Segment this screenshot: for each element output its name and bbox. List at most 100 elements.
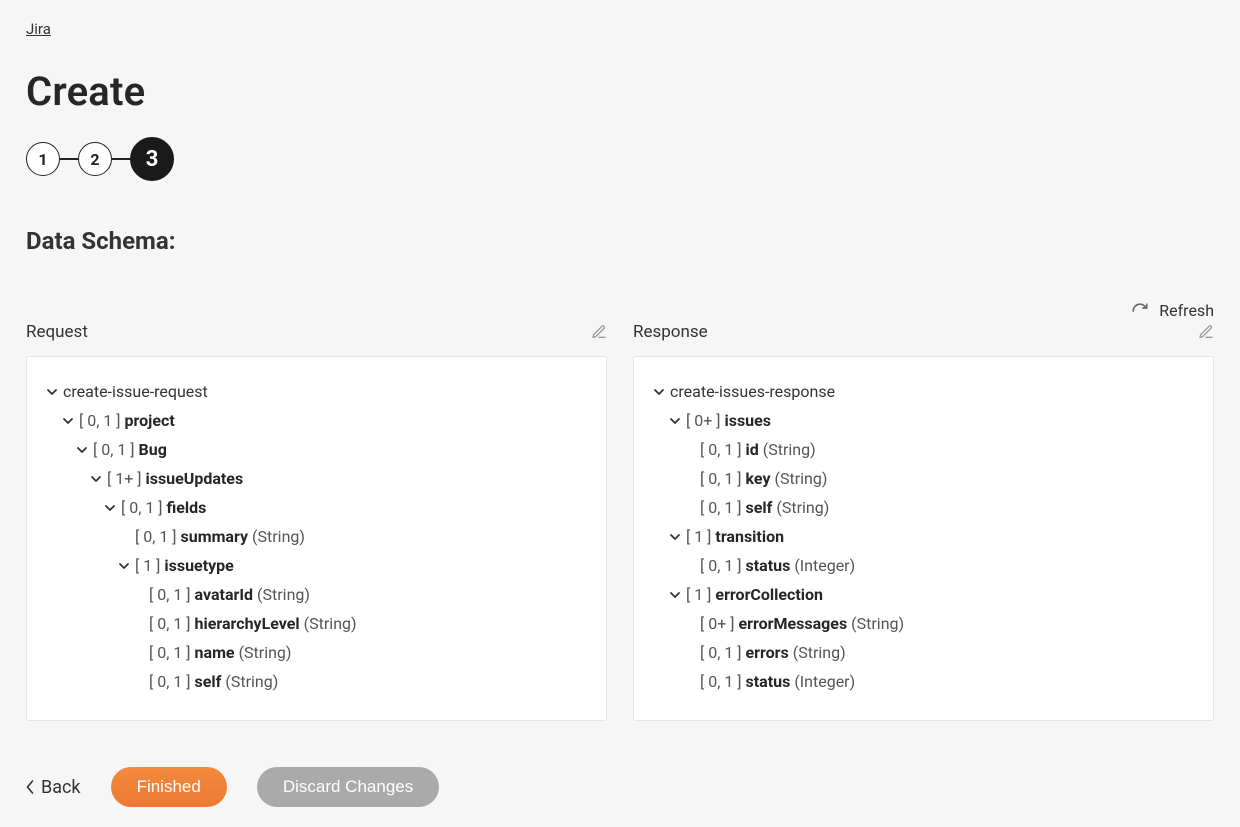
field-type: (String): [775, 469, 828, 488]
field-type: (Integer): [794, 556, 855, 575]
field-name: create-issues-response: [670, 382, 835, 401]
refresh-icon: [1131, 302, 1149, 320]
response-tree-row: [ 1 ] errorCollection: [652, 580, 1195, 609]
field-type: (Integer): [794, 672, 855, 691]
section-title: Data Schema:: [26, 227, 1214, 255]
chevron-down-icon[interactable]: [117, 559, 131, 573]
cardinality-label: [ 1 ]: [686, 585, 711, 604]
field-type: (String): [257, 585, 310, 604]
request-schema-panel: create-issue-request[ 0, 1 ] project[ 0,…: [26, 356, 607, 721]
chevron-down-icon[interactable]: [61, 414, 75, 428]
cardinality-label: [ 0, 1 ]: [149, 585, 191, 604]
response-schema-panel: create-issues-response[ 0+ ] issues[ 0, …: [633, 356, 1214, 721]
step-3[interactable]: 3: [130, 137, 174, 181]
field-name: hierarchyLevel: [195, 614, 300, 633]
stepper: 123: [26, 137, 1214, 181]
field-name: self: [195, 672, 222, 691]
back-button[interactable]: Back: [26, 777, 81, 798]
cardinality-label: [ 0, 1 ]: [149, 643, 191, 662]
chevron-left-icon: [26, 780, 35, 794]
chevron-down-icon[interactable]: [75, 443, 89, 457]
field-type: (String): [793, 643, 846, 662]
chevron-down-icon[interactable]: [103, 501, 117, 515]
edit-response-icon[interactable]: [1198, 324, 1214, 340]
field-type: (String): [252, 527, 305, 546]
field-name: self: [746, 498, 773, 517]
field-type: (String): [776, 498, 829, 517]
cardinality-label: [ 0, 1 ]: [700, 469, 742, 488]
field-name: status: [746, 556, 791, 575]
step-1[interactable]: 1: [26, 142, 60, 176]
field-type: (String): [763, 440, 816, 459]
chevron-down-icon[interactable]: [668, 414, 682, 428]
cardinality-label: [ 0, 1 ]: [700, 440, 742, 459]
cardinality-label: [ 0, 1 ]: [135, 527, 177, 546]
request-tree-row: [ 0, 1 ] self (String): [45, 667, 588, 696]
field-name: project: [125, 411, 175, 430]
cardinality-label: [ 0, 1 ]: [700, 498, 742, 517]
request-tree-row: [ 0, 1 ] summary (String): [45, 522, 588, 551]
refresh-label: Refresh: [1159, 301, 1214, 320]
field-name: errors: [746, 643, 789, 662]
field-name: errorCollection: [715, 585, 823, 604]
cardinality-label: [ 0, 1 ]: [121, 498, 163, 517]
cardinality-label: [ 0, 1 ]: [149, 672, 191, 691]
field-type: (String): [851, 614, 904, 633]
cardinality-label: [ 1 ]: [135, 556, 160, 575]
field-name: Bug: [139, 440, 167, 459]
field-name: key: [746, 469, 771, 488]
request-tree-row: [ 0, 1 ] avatarId (String): [45, 580, 588, 609]
page-title: Create: [26, 68, 1214, 115]
discard-changes-button[interactable]: Discard Changes: [257, 767, 439, 807]
back-label: Back: [41, 777, 81, 798]
cardinality-label: [ 1+ ]: [107, 469, 142, 488]
request-tree-row: [ 0, 1 ] hierarchyLevel (String): [45, 609, 588, 638]
request-tree-row: [ 0, 1 ] Bug: [45, 435, 588, 464]
response-tree-row: [ 0, 1 ] key (String): [652, 464, 1195, 493]
step-2[interactable]: 2: [78, 142, 112, 176]
field-name: id: [746, 440, 759, 459]
response-tree-row: create-issues-response: [652, 377, 1195, 406]
cardinality-label: [ 0, 1 ]: [700, 672, 742, 691]
chevron-down-icon[interactable]: [652, 385, 666, 399]
request-tree-row: create-issue-request: [45, 377, 588, 406]
request-tree-row: [ 1+ ] issueUpdates: [45, 464, 588, 493]
cardinality-label: [ 0, 1 ]: [700, 643, 742, 662]
cardinality-label: [ 0, 1 ]: [149, 614, 191, 633]
chevron-down-icon[interactable]: [668, 588, 682, 602]
chevron-down-icon[interactable]: [45, 385, 59, 399]
finished-button[interactable]: Finished: [111, 767, 227, 807]
refresh-button[interactable]: Refresh: [1131, 301, 1214, 320]
request-tree-row: [ 0, 1 ] name (String): [45, 638, 588, 667]
response-tree-row: [ 0, 1 ] status (Integer): [652, 551, 1195, 580]
edit-request-icon[interactable]: [591, 324, 607, 340]
field-name: issuetype: [164, 556, 233, 575]
cardinality-label: [ 0, 1 ]: [700, 556, 742, 575]
field-name: status: [746, 672, 791, 691]
chevron-down-icon[interactable]: [89, 472, 103, 486]
field-type: (String): [239, 643, 292, 662]
request-column-label: Request: [26, 322, 88, 342]
cardinality-label: [ 0+ ]: [700, 614, 735, 633]
breadcrumb-link[interactable]: Jira: [26, 20, 51, 38]
request-tree-row: [ 1 ] issuetype: [45, 551, 588, 580]
response-tree-row: [ 0+ ] issues: [652, 406, 1195, 435]
field-name: create-issue-request: [63, 382, 208, 401]
field-name: issueUpdates: [146, 469, 244, 488]
cardinality-label: [ 0+ ]: [686, 411, 721, 430]
chevron-down-icon[interactable]: [668, 530, 682, 544]
field-name: name: [195, 643, 235, 662]
response-tree-row: [ 0, 1 ] id (String): [652, 435, 1195, 464]
field-name: issues: [725, 411, 772, 430]
field-type: (String): [304, 614, 357, 633]
response-tree-row: [ 0, 1 ] errors (String): [652, 638, 1195, 667]
response-tree-row: [ 0, 1 ] status (Integer): [652, 667, 1195, 696]
response-column-label: Response: [633, 322, 708, 342]
cardinality-label: [ 0, 1 ]: [79, 411, 121, 430]
response-tree-row: [ 0+ ] errorMessages (String): [652, 609, 1195, 638]
field-name: fields: [167, 498, 207, 517]
field-name: transition: [715, 527, 784, 546]
field-name: summary: [181, 527, 249, 546]
response-tree-row: [ 1 ] transition: [652, 522, 1195, 551]
step-connector: [112, 158, 130, 160]
